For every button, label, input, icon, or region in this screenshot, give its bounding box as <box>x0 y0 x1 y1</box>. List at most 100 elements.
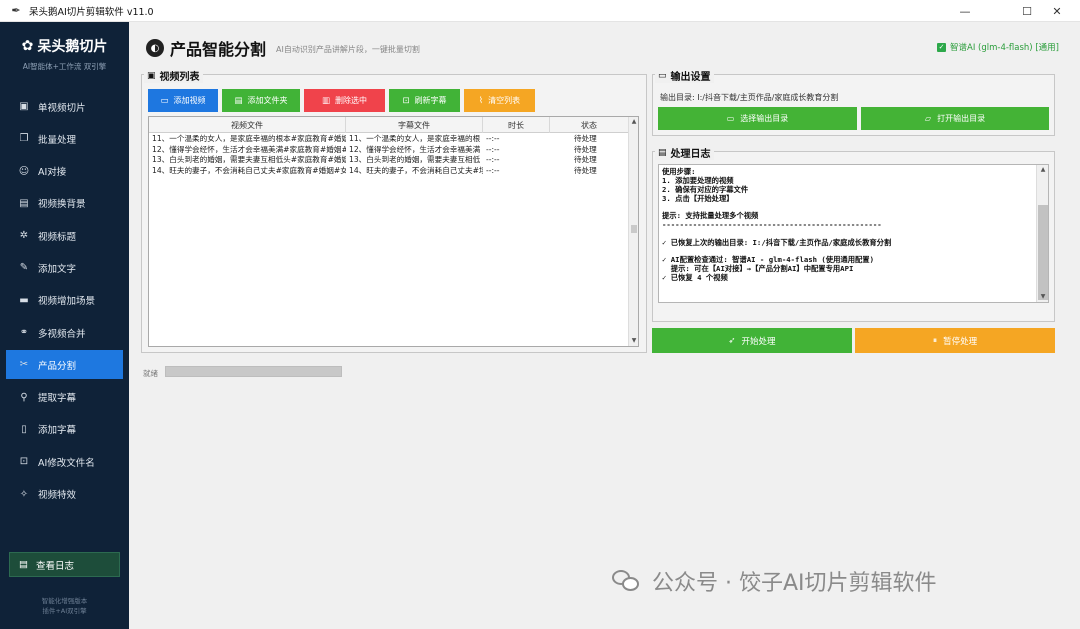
copy-icon: ❐ <box>19 133 29 145</box>
clip-icon: ⚲ <box>20 391 28 403</box>
scroll-down-icon[interactable]: ▼ <box>629 336 638 346</box>
status-text: 就绪 <box>143 369 158 378</box>
sidebar-item-scene[interactable]: ▬ 视频增加场景 <box>0 286 129 315</box>
scissors-icon: ✂ <box>19 359 29 371</box>
sparkle-icon: ✧ <box>19 488 29 500</box>
video-table[interactable]: 视频文件 字幕文件 时长 状态 11、一个温柔的女人，是家庭幸福的根本#家庭教育… <box>148 116 639 347</box>
close-icon: ✕ <box>1052 4 1062 18</box>
add-video-button[interactable]: ▭ 添加视频 <box>148 89 218 112</box>
brand: ✿ 呆头鹅切片 AI智能体+工作流 双引擎 <box>0 36 129 72</box>
table-row[interactable]: 11、一个温柔的女人，是家庭幸福的根本#家庭教育#婚姻 11、一个温柔的女人，是… <box>149 134 629 145</box>
sidebar-item-product-split[interactable]: ✂ 产品分割 <box>6 350 123 380</box>
folder-open-icon: ▱ <box>924 114 932 123</box>
check-icon: ✓ <box>937 42 946 52</box>
rocket-icon: ➶ <box>728 335 736 346</box>
sidebar-item-single-clip[interactable]: ▣ 单视频切片 <box>0 92 129 121</box>
image-icon: ▤ <box>19 197 29 209</box>
minimize-button[interactable]: — <box>942 0 988 22</box>
output-settings-title: ▭ 输出设置 <box>655 68 714 83</box>
folder-icon: ▭ <box>726 114 735 123</box>
pen-icon: ✎ <box>19 262 29 274</box>
refresh-subtitle-button[interactable]: ⊡ 刷新字幕 <box>389 89 460 112</box>
video-list-title: ▣ 视频列表 <box>144 68 203 83</box>
sidebar-footer: 智能化增强版本 插件+AI双引擎 <box>41 597 88 615</box>
log-scrollbar[interactable]: ▲ ▼ <box>1036 165 1048 302</box>
link-icon: ⚭ <box>19 327 29 339</box>
rename-icon: ⊡ <box>19 456 29 468</box>
goose-icon: ✿ <box>21 38 34 54</box>
sidebar-item-ai[interactable]: ☺ AI对接 <box>0 157 129 186</box>
view-log-button[interactable]: ▤ 查看日志 <box>9 552 120 577</box>
page-subtitle: AI自动识别产品讲解片段，一键批量切割 <box>276 45 420 54</box>
table-header: 视频文件 字幕文件 时长 状态 <box>149 117 629 133</box>
table-body: 11、一个温柔的女人，是家庭幸福的根本#家庭教育#婚姻 11、一个温柔的女人，是… <box>149 134 629 176</box>
start-processing-button[interactable]: ➶ 开始处理 <box>652 328 852 353</box>
gear-icon: ✲ <box>19 230 29 242</box>
table-scrollbar[interactable]: ▲ ▼ <box>628 117 638 346</box>
folder-icon: ▭ <box>160 95 169 106</box>
scroll-up-icon[interactable]: ▲ <box>1037 165 1048 175</box>
sidebar-item-ai-rename[interactable]: ⊡ AI修改文件名 <box>0 447 129 476</box>
progress-fill <box>166 367 341 376</box>
sidebar: ✿ 呆头鹅切片 AI智能体+工作流 双引擎 ▣ 单视频切片 ❐ 批量处理 ☺ AI对接… <box>0 22 129 629</box>
log-output[interactable]: 使用步骤: 1. 添加要处理的视频 2. 确保有对应的字幕文件 3. 点击【开始处理】… <box>658 164 1049 303</box>
column-video-file[interactable]: 视频文件 <box>149 117 346 133</box>
column-subtitle-file[interactable]: 字幕文件 <box>346 117 483 133</box>
maximize-icon: ☐ <box>1022 4 1032 18</box>
ai-status: ✓ 智谱AI (glm-4-flash) [通用] <box>937 42 1059 53</box>
scrollbar-thumb[interactable] <box>1038 205 1048 300</box>
scroll-down-icon[interactable]: ▼ <box>1037 292 1048 302</box>
table-row[interactable]: 12、懂得学会经怀，生活才会幸福美满#家庭教育#婚姻# 12、懂得学会经怀，生活… <box>149 145 629 156</box>
table-row[interactable]: 14、旺夫的妻子，不会消耗自己丈夫#家庭教育#婚姻#女 14、旺夫的妻子，不会消… <box>149 166 629 177</box>
feather-icon: ✒ <box>11 4 21 17</box>
log-title: ▤ 处理日志 <box>655 145 714 160</box>
file-icon: ▤ <box>234 95 243 106</box>
sidebar-item-batch[interactable]: ❐ 批量处理 <box>0 124 129 153</box>
title-bar: ✒ 呆头鹅AI切片剪辑软件 v11.0 — ☐ ✕ <box>0 0 1080 22</box>
video-icon: ▣ <box>19 101 29 112</box>
doc-icon: ▯ <box>21 423 27 435</box>
scroll-up-icon[interactable]: ▲ <box>629 117 638 127</box>
folder-icon: ▭ <box>658 70 667 81</box>
output-directory: 输出目录: I:/抖音下载/主页作品/家庭成长教育分割 <box>660 93 839 102</box>
open-output-dir-button[interactable]: ▱ 打开输出目录 <box>861 107 1049 130</box>
select-output-dir-button[interactable]: ▭ 选择输出目录 <box>658 107 857 130</box>
progress-bar <box>165 366 342 377</box>
trash-icon: ▥ <box>321 95 331 106</box>
sidebar-item-background[interactable]: ▤ 视频换背景 <box>0 189 129 218</box>
clear-list-button[interactable]: ⌇ 清空列表 <box>464 89 535 112</box>
page-title: 产品智能分割 <box>170 40 267 59</box>
scrollbar-thumb[interactable] <box>631 225 637 233</box>
broom-icon: ⌇ <box>478 95 484 106</box>
refresh-icon: ⊡ <box>402 95 410 106</box>
pause-processing-button[interactable]: ⏸ 暂停处理 <box>855 328 1055 353</box>
pause-icon: ⏸ <box>932 335 938 346</box>
product-split-icon: ◐ <box>146 39 164 57</box>
minimize-icon: — <box>959 4 971 18</box>
page-header: ◐ 产品智能分割 AI自动识别产品讲解片段，一键批量切割 <box>146 36 420 60</box>
add-folder-button[interactable]: ▤ 添加文件夹 <box>222 89 300 112</box>
film-icon: ▬ <box>19 294 29 306</box>
sidebar-item-merge[interactable]: ⚭ 多视频合并 <box>0 318 129 347</box>
watermark: 公众号 · 饺子AI切片剪辑软件 <box>612 565 937 597</box>
column-status[interactable]: 状态 <box>550 117 629 133</box>
table-row[interactable]: 13、白头到老的婚姻，需要夫妻互相低头#家庭教育#婚姻 13、白头到老的婚姻，需… <box>149 155 629 166</box>
film-icon: ▣ <box>147 70 156 81</box>
sidebar-nav: ▣ 单视频切片 ❐ 批量处理 ☺ AI对接 ▤ 视频换背景 ✲ 视频标题 ✎ 添加文字 ▬ 视… <box>0 92 129 512</box>
delete-selected-button[interactable]: ▥ 删除选中 <box>304 89 385 112</box>
sidebar-item-title[interactable]: ✲ 视频标题 <box>0 221 129 250</box>
sidebar-item-extract-subtitle[interactable]: ⚲ 提取字幕 <box>0 383 129 412</box>
log-icon: ▤ <box>658 147 667 158</box>
column-duration[interactable]: 时长 <box>483 117 550 133</box>
robot-icon: ☺ <box>18 165 30 177</box>
brand-title: ✿ 呆头鹅切片 <box>21 38 108 55</box>
close-button[interactable]: ✕ <box>1034 0 1080 22</box>
window-title: 呆头鹅AI切片剪辑软件 v11.0 <box>29 6 154 18</box>
log-text: 使用步骤: 1. 添加要处理的视频 2. 确保有对应的字幕文件 3. 点击【开始处理】… <box>662 167 892 283</box>
output-directory-value: I:/抖音下载/主页作品/家庭成长教育分割 <box>697 93 839 102</box>
sidebar-item-add-subtitle[interactable]: ▯ 添加字幕 <box>0 415 129 444</box>
brand-subtitle: AI智能体+工作流 双引擎 <box>22 62 107 71</box>
sidebar-item-add-text[interactable]: ✎ 添加文字 <box>0 253 129 282</box>
sidebar-item-effects[interactable]: ✧ 视频特效 <box>0 480 129 509</box>
wechat-icon <box>612 568 642 594</box>
